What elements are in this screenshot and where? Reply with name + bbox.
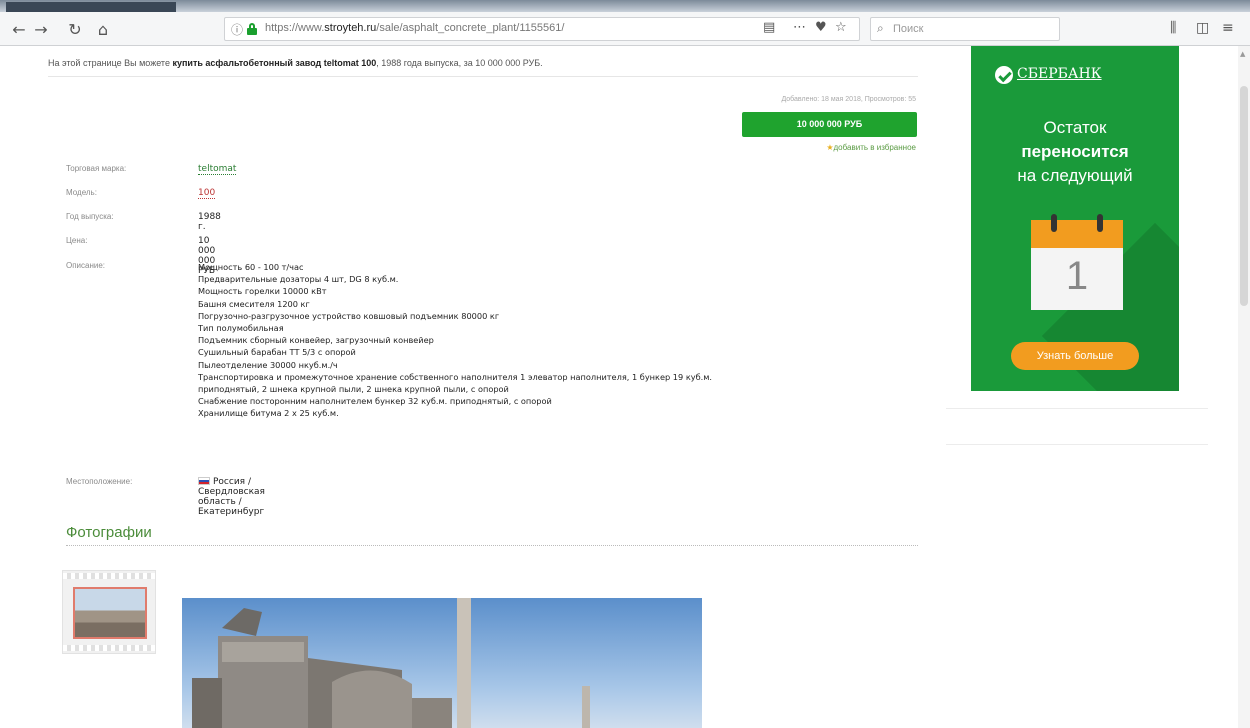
- description-line: Снабжение посторонним наполнителем бунке…: [198, 396, 552, 407]
- photo-thumbnail[interactable]: [62, 570, 156, 654]
- photos-heading: Фотографии: [66, 524, 152, 541]
- browser-toolbar: ← → ↻ ⌂ ⓘ https://www.stroyteh.ru/sale/a…: [0, 12, 1250, 46]
- description-text: Мощность 60 - 100 т/час Предварительные …: [198, 261, 928, 420]
- right-divider: [946, 444, 1208, 445]
- thumbnail-image: [73, 587, 147, 639]
- brand-label: Торговая марка:: [66, 164, 127, 173]
- description-line: Погрузочно-разгрузочное устройство ковшо…: [198, 310, 500, 321]
- back-arrow-icon[interactable]: ←: [8, 19, 30, 41]
- russia-flag-icon: [198, 477, 210, 485]
- right-divider: [946, 408, 1208, 409]
- menu-icon[interactable]: ≡: [1222, 20, 1234, 36]
- bookmark-star-icon[interactable]: ☆: [835, 20, 847, 35]
- sberbank-logo-icon: [995, 66, 1013, 84]
- ad-line-3: на следующий: [1017, 166, 1133, 185]
- library-icon[interactable]: ⫼: [1170, 20, 1176, 36]
- add-favorite-link[interactable]: ★добавить в избранное: [742, 143, 916, 152]
- model-label: Модель:: [66, 188, 97, 197]
- description-line: Подъемник сборный конвейер, загрузочный …: [198, 335, 434, 346]
- description-line: Мощность 60 - 100 т/час: [198, 262, 304, 272]
- star-icon: ★: [826, 143, 834, 152]
- lock-icon: [247, 23, 257, 35]
- search-icon: ⌕: [877, 21, 884, 35]
- year-value: 1988 г.: [198, 212, 221, 232]
- pocket-icon[interactable]: ♥: [815, 20, 827, 35]
- added-info: Добавлено: 18 мая 2018, Просмотров: 55: [781, 96, 916, 103]
- scroll-up-icon[interactable]: ▲: [1240, 50, 1245, 58]
- description-line: Пылеотделение 30000 нкуб.м./ч: [198, 359, 338, 370]
- location-label: Местоположение:: [66, 477, 133, 486]
- ad-line-1: Остаток: [1043, 118, 1107, 137]
- home-icon[interactable]: ⌂: [92, 19, 114, 41]
- info-icon[interactable]: ⓘ: [231, 21, 243, 38]
- plant-photo-illustration: [192, 598, 590, 728]
- learn-more-button[interactable]: Узнать больше: [1011, 342, 1139, 370]
- sberbank-ad-banner[interactable]: СБЕРБАНК Остаток переносится на следующи…: [971, 46, 1179, 391]
- browser-tab[interactable]: [6, 2, 176, 12]
- description-line: приподнятый, 2 шнека крупной пыли, 2 шне…: [198, 384, 509, 395]
- calendar-number: 1: [1065, 254, 1089, 298]
- main-photo[interactable]: [182, 598, 702, 728]
- description-line: Мощность горелки 10000 кВт: [198, 286, 327, 297]
- year-label: Год выпуска:: [66, 212, 114, 221]
- sidebar-icon[interactable]: ◫: [1196, 20, 1209, 36]
- photos-divider: [66, 545, 918, 546]
- description-line: Сушильный барабан ТТ 5/3 с опорой: [198, 347, 356, 358]
- reader-view-icon[interactable]: ▤: [763, 20, 775, 35]
- page-content: На этой странице Вы можете купить асфаль…: [0, 46, 1250, 728]
- brand-link[interactable]: teltomat: [198, 164, 237, 175]
- sberbank-logo[interactable]: СБЕРБАНК: [1017, 66, 1102, 82]
- location-value: Россия / Свердловская область / Екатерин…: [198, 477, 265, 517]
- divider: [48, 76, 918, 77]
- description-line: Тип полумобильная: [198, 323, 284, 334]
- reload-icon[interactable]: ↻: [64, 19, 86, 41]
- search-bar[interactable]: ⌕ Поиск: [870, 17, 1060, 41]
- intro-text: На этой странице Вы можете купить асфаль…: [48, 58, 543, 68]
- calendar-icon: 1: [1031, 214, 1123, 310]
- model-link[interactable]: 100: [198, 188, 216, 199]
- price-button[interactable]: 10 000 000 РУБ: [742, 112, 917, 137]
- description-line: Хранилище битума 2 х 25 куб.м.: [198, 408, 339, 419]
- page-scrollbar[interactable]: ▲: [1238, 46, 1250, 728]
- url-text[interactable]: https://www.stroyteh.ru/sale/asphalt_con…: [265, 22, 564, 34]
- description-line: Предварительные дозаторы 4 шт, DG 8 куб.…: [198, 274, 399, 285]
- scrollbar-thumb[interactable]: [1240, 86, 1248, 306]
- page-actions-icon[interactable]: ⋯: [793, 20, 806, 35]
- description-label: Описание:: [66, 261, 106, 270]
- price-label: Цена:: [66, 236, 88, 245]
- search-placeholder: Поиск: [893, 23, 924, 35]
- ad-line-2: переносится: [1021, 142, 1129, 161]
- tab-strip: [0, 0, 1250, 12]
- description-line: Транспортировка и промежуточное хранение…: [198, 371, 713, 382]
- forward-arrow-icon[interactable]: →: [30, 19, 52, 41]
- description-line: Башня смесителя 1200 кг: [198, 298, 310, 309]
- address-bar[interactable]: ⓘ https://www.stroyteh.ru/sale/asphalt_c…: [224, 17, 860, 41]
